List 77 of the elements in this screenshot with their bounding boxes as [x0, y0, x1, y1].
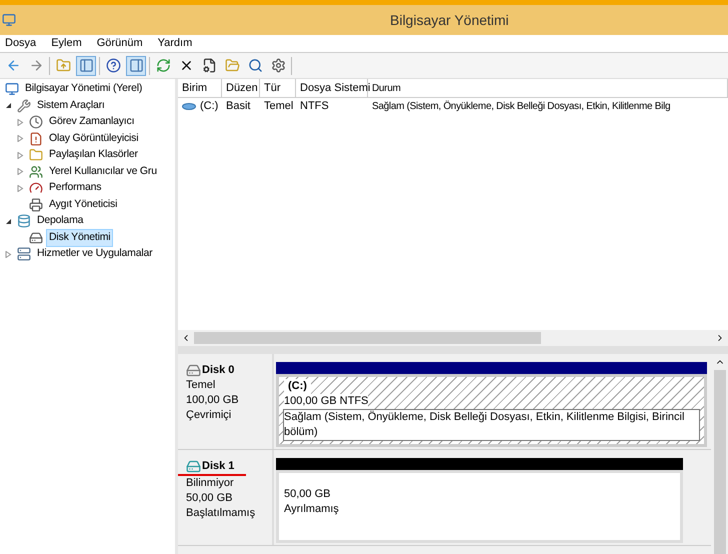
folder-icon	[29, 148, 43, 162]
refresh-icon	[156, 58, 170, 73]
partition-block[interactable]: (C:) 100,00 GB NTFS Sağlam (Sistem, Önyükleme, Disk Belleği Dosyası, Etkin, Kilitlenme Bilgisi, Birincil bölüm)	[276, 374, 707, 447]
tree-item[interactable]: Disk Yönetimi	[46, 228, 114, 247]
menu-item[interactable]: Görünüm	[94, 35, 146, 52]
properties-icon	[202, 58, 216, 73]
table-cell-text: Basit	[225, 98, 252, 114]
annotation-underline	[178, 474, 246, 476]
scrollbar-thumb[interactable]	[194, 332, 542, 344]
disk-name: Disk 1	[202, 459, 234, 474]
tools-icon	[17, 98, 31, 113]
column-header[interactable]: Durum	[368, 79, 728, 97]
collapsed-arrow-icon[interactable]	[4, 250, 12, 258]
collapsed-arrow-icon[interactable]	[16, 184, 24, 192]
scrollbar-thumb[interactable]	[714, 370, 726, 554]
tree-item[interactable]: Yerel Kullanıcılar ve Gru	[46, 162, 160, 181]
partition-label: (C:)	[284, 379, 311, 394]
tree-item[interactable]: Paylaşılan Klasörler	[46, 146, 141, 164]
open-folder-icon	[224, 58, 240, 73]
tree-item[interactable]: Depolama	[34, 212, 86, 230]
collapsed-arrow-icon[interactable]	[16, 152, 24, 159]
menu-item[interactable]: Yardım	[154, 35, 196, 52]
tree-item[interactable]: Görev Zamanlayıcı	[46, 113, 138, 132]
disk-size: 100,00 GB	[186, 393, 240, 408]
disk-status: Başlatılmamış	[186, 506, 256, 521]
table-cell-text: Temel	[263, 98, 294, 114]
disk-type: Temel	[186, 378, 216, 393]
tree-item[interactable]: Performans	[46, 179, 104, 198]
table-cell: (C:)	[178, 98, 222, 114]
horizontal-scrollbar[interactable]	[178, 330, 728, 346]
column-header[interactable]: Düzen	[222, 79, 260, 97]
menu-item[interactable]: Dosya	[2, 35, 40, 52]
app-icon	[2, 13, 16, 27]
table-cell-text: NTFS	[299, 98, 330, 114]
server-icon	[17, 247, 31, 262]
computer-icon	[5, 82, 19, 96]
forward-arrow-icon	[28, 58, 44, 73]
help-icon	[106, 58, 120, 73]
disk-name: Disk 0	[202, 363, 234, 378]
tree-item[interactable]: Aygıt Yöneticisi	[46, 196, 120, 214]
column-header[interactable]: Dosya Sistemi	[296, 79, 368, 97]
log-icon	[29, 132, 43, 146]
partition-size: 100,00 GB NTFS	[284, 394, 368, 409]
partition-tooltip: Sağlam (Sistem, Önyükleme, Disk Belleği Dosyası, Etkin, Kilitlenme Bilgisi, Birincil bölüm)	[283, 409, 700, 441]
folder-up-icon	[56, 58, 70, 73]
disk-status: Çevrimiçi	[186, 408, 232, 423]
partition-size: 50,00 GB	[284, 487, 332, 502]
expanded-arrow-icon[interactable]	[4, 102, 12, 110]
volume-icon	[182, 102, 196, 110]
gauge-icon	[29, 181, 43, 196]
window-title: Bilgisayar Yönetimi	[390, 10, 509, 30]
expanded-arrow-icon[interactable]	[4, 218, 12, 225]
menu-item[interactable]: Eylem	[48, 35, 85, 52]
column-header[interactable]: Birim	[178, 79, 222, 97]
column-header[interactable]: Tür	[260, 79, 296, 97]
tree-item[interactable]: Bilgisayar Yönetimi (Yerel)	[22, 80, 146, 98]
action-pane-icon	[128, 58, 144, 73]
disk-size: 50,00 GB	[186, 491, 234, 506]
tree-item[interactable]: Hizmetler ve Uygulamalar	[34, 245, 156, 264]
partition-block[interactable]: 50,00 GB Ayrılmamış	[276, 470, 683, 543]
settings-icon	[270, 58, 286, 73]
partition-status: Ayrılmamış	[284, 502, 340, 517]
collapsed-arrow-icon[interactable]	[16, 168, 24, 176]
tree-item[interactable]: Olay Görüntüleyicisi	[46, 130, 142, 148]
search-icon	[248, 58, 262, 73]
storage-icon	[17, 214, 31, 228]
disk-warning-icon	[186, 459, 201, 474]
disk-type: Bilinmiyor	[186, 476, 235, 491]
table-cell-text: Sağlam (Sistem, Önyükleme, Disk Belleği Dosyası, Etkin, Kilitlenme Bilg	[371, 100, 672, 114]
device-icon	[29, 198, 43, 212]
tree-pane-icon	[78, 58, 94, 73]
clock-icon	[29, 115, 43, 130]
tree-item[interactable]: Sistem Araçları	[34, 96, 108, 115]
collapsed-arrow-icon[interactable]	[16, 118, 24, 126]
collapsed-arrow-icon[interactable]	[16, 135, 24, 142]
users-icon	[29, 164, 43, 179]
disk-drive-icon	[29, 230, 43, 245]
